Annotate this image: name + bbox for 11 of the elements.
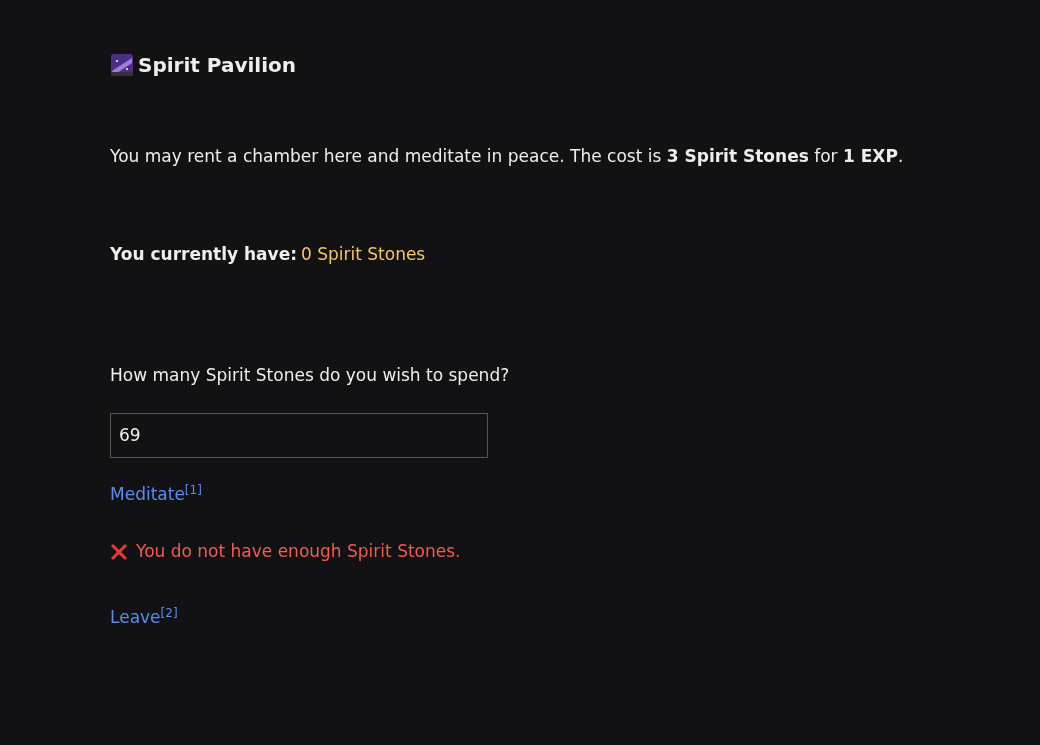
balance-value: 0 Spirit Stones: [300, 242, 426, 266]
intro-text: You may rent a chamber here and meditate in peace. The cost is 3 Spirit Stones for 1 EXP.: [110, 145, 905, 168]
page-title: Spirit Pavilion: [138, 52, 297, 79]
cross-icon: [110, 542, 128, 561]
galaxy-icon: [110, 53, 134, 77]
balance-label: You currently have:: [110, 242, 297, 266]
amount-field[interactable]: 69: [110, 412, 488, 458]
action-link[interactable]: Meditate$^{[1]}$: [110, 483, 202, 504]
error-message: You do not have enough Spirit Stones.: [136, 540, 461, 563]
action-link[interactable]: Leave$^{[2]}$: [110, 606, 178, 627]
question-text: How many Spirit Stones do you wish to spend?: [110, 364, 511, 387]
